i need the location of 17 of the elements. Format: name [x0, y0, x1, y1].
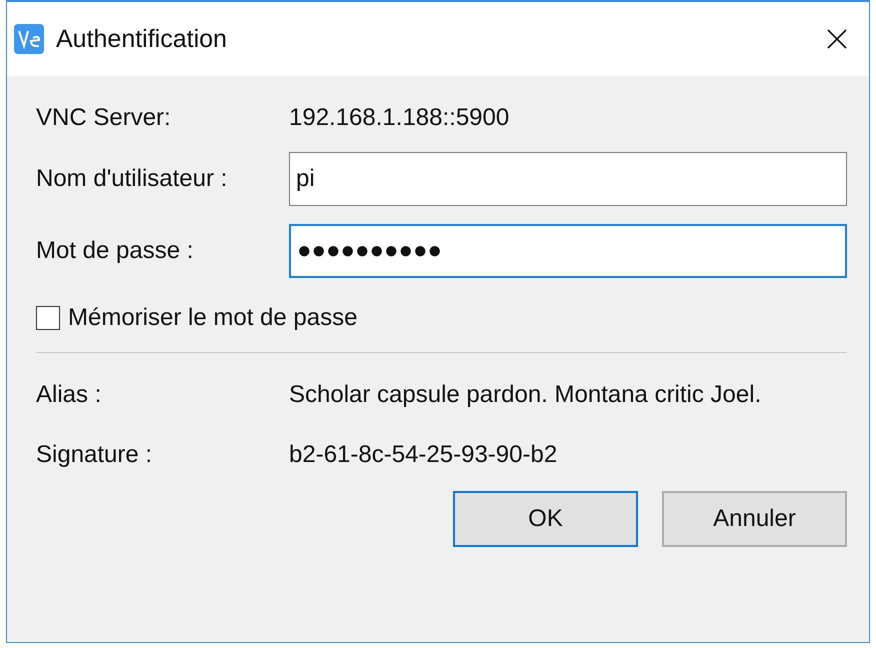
info-label: Signature : — [36, 440, 154, 470]
field-label: Mot de passe : — [36, 236, 194, 266]
field-label: VNC Server: — [36, 103, 172, 133]
window-title: Authentification — [56, 24, 227, 54]
cancel-button[interactable]: Annuler — [662, 491, 847, 547]
info-value: Scholar capsule pardon. Montana critic Joel. — [289, 380, 762, 410]
field-label: Nom d'utilisateur : — [36, 164, 228, 194]
info-value: b2-61-8c-54-25-93-90-b2 — [289, 440, 558, 470]
ok-button[interactable]: OK — [453, 491, 638, 547]
close-icon[interactable] — [827, 29, 847, 49]
checkbox-label: Mémoriser le mot de passe — [68, 304, 358, 332]
input-field[interactable]: ●●●●●●●●●● — [289, 224, 847, 278]
server-address: 192.168.1.188::5900 — [289, 103, 510, 133]
app-logo-icon — [14, 24, 44, 54]
checkbox[interactable] — [36, 306, 60, 330]
input-field[interactable]: pi — [289, 152, 847, 206]
info-label: Alias : — [36, 380, 102, 410]
